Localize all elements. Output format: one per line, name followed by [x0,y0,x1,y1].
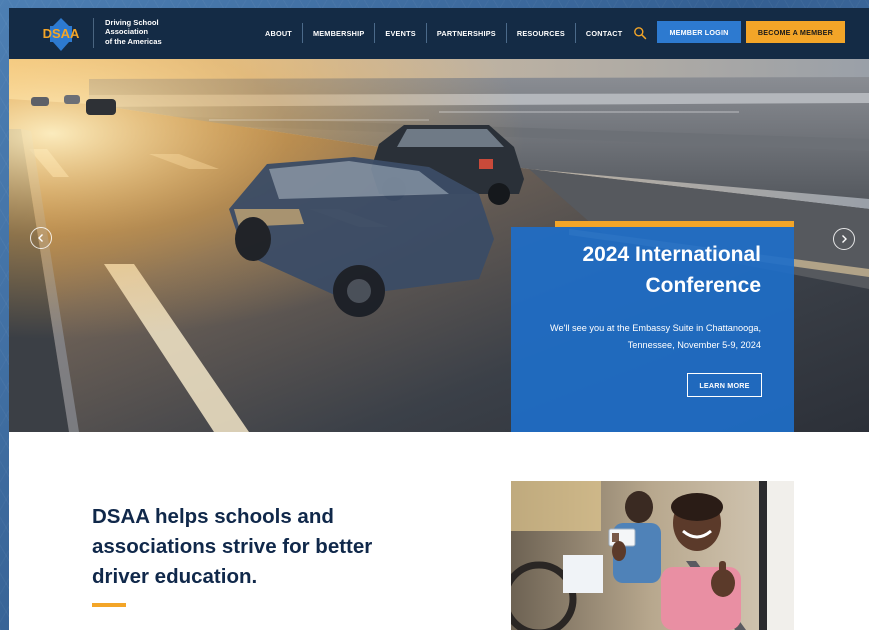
students-photo [511,481,794,630]
nav-contact[interactable]: CONTACT [576,23,633,43]
conference-promo-card: 2024 International Conference We'll see … [511,227,794,432]
intro-heading: DSAA helps schools and associations stri… [92,505,373,588]
chevron-right-icon [842,235,847,243]
carousel-prev-button[interactable] [30,227,52,249]
promo-title: 2024 International Conference [582,243,761,297]
nav-partnerships[interactable]: PARTNERSHIPS [427,23,507,43]
nav-about[interactable]: ABOUT [255,23,303,43]
main-nav: ABOUT MEMBERSHIP EVENTS PARTNERSHIPS RES… [255,23,632,43]
website-frame: DSAA Driving School Association of the A… [9,8,869,630]
nav-membership[interactable]: MEMBERSHIP [303,23,376,43]
become-member-button[interactable]: BECOME A MEMBER [746,21,845,43]
hero-banner: 2024 International Conference We'll see … [9,59,869,432]
search-icon[interactable] [633,26,647,40]
promo-description: We'll see you at the Embassy Suite in Ch… [550,323,761,350]
member-login-button[interactable]: MEMBER LOGIN [657,21,741,43]
site-header: DSAA Driving School Association of the A… [9,8,869,59]
brand-name-line: Association [105,27,149,37]
logo-wordmark: DSAA [43,26,80,41]
brand-name-line: of the Americas [105,36,162,46]
heading-accent-bar [92,603,126,607]
carousel-next-button[interactable] [833,228,855,250]
chevron-left-icon [38,234,43,242]
brand-name: Driving School Association of the Americ… [93,18,162,48]
nav-events[interactable]: EVENTS [375,23,427,43]
dsaa-logo[interactable]: DSAA [36,16,86,52]
nav-resources[interactable]: RESOURCES [507,23,576,43]
learn-more-button[interactable]: LEARN MORE [687,373,762,397]
students-in-car-image [511,481,794,630]
brand-name-line: Driving School [105,18,159,27]
